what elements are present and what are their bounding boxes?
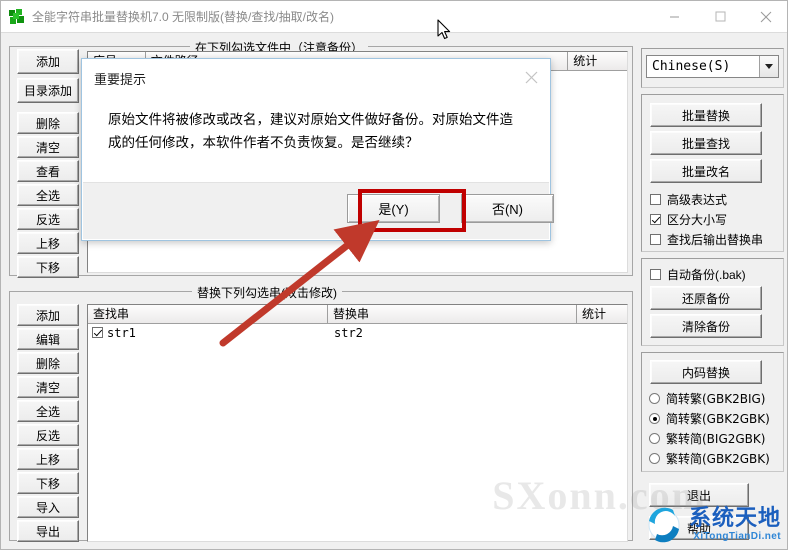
watermark-url: XiTongTianDi.net xyxy=(693,530,781,542)
language-panel: Chinese(S) xyxy=(641,48,784,88)
option-case-sensitive[interactable]: 区分大小写 xyxy=(650,211,727,228)
string-group-title: 替换下列勾选串(双击修改) xyxy=(192,284,342,301)
string-btn-clear[interactable]: 清空 xyxy=(17,376,79,398)
radio-label-4: 繁转简(GBK2GBK) xyxy=(666,452,770,466)
string-btn-select-all[interactable]: 全选 xyxy=(17,400,79,422)
encoding-replace-button[interactable]: 内码替换 xyxy=(650,360,762,384)
dialog-close-icon[interactable] xyxy=(520,67,542,87)
maximize-icon[interactable] xyxy=(697,1,743,32)
radio-gbk2big-simp-to-trad[interactable]: 简转繁(GBK2BIG) xyxy=(649,390,765,407)
string-btn-edit[interactable]: 编辑 xyxy=(17,328,79,350)
chevron-down-icon[interactable] xyxy=(759,56,778,77)
file-col-count[interactable]: 统计 xyxy=(568,52,627,71)
string-col-count[interactable]: 统计 xyxy=(577,305,627,324)
radio-icon-2[interactable] xyxy=(649,413,660,424)
encoding-panel: 内码替换 简转繁(GBK2BIG) 简转繁(GBK2GBK) 繁转简(BIG2G… xyxy=(641,352,784,472)
table-row[interactable]: str1 str2 xyxy=(88,324,627,341)
annotation-highlight-box xyxy=(358,189,466,232)
string-btn-invert-select[interactable]: 反选 xyxy=(17,424,79,446)
site-watermark: 系统天地 XiTongTianDi.net xyxy=(643,503,781,545)
radio-icon-4[interactable] xyxy=(649,453,660,464)
batch-rename-button[interactable]: 批量改名 xyxy=(650,159,762,183)
auto-backup-label: 自动备份(.bak) xyxy=(667,268,746,282)
dialog-body: 原始文件将被修改或改名，建议对原始文件做好备份。对原始文件造成的任何修改，本软件… xyxy=(82,87,550,184)
language-select[interactable]: Chinese(S) xyxy=(646,55,779,78)
file-btn-delete[interactable]: 删除 xyxy=(17,112,79,134)
file-btn-clear[interactable]: 清空 xyxy=(17,136,79,158)
string-cell-replace[interactable]: str2 xyxy=(328,324,577,341)
dialog-title: 重要提示 xyxy=(94,72,147,87)
radio-big2gbk-trad-to-simp[interactable]: 繁转简(BIG2GBK) xyxy=(649,430,765,447)
string-btn-delete[interactable]: 删除 xyxy=(17,352,79,374)
auto-backup-checkbox[interactable] xyxy=(650,269,661,280)
string-cell-count[interactable] xyxy=(577,324,627,341)
output-replace-string-checkbox[interactable] xyxy=(650,234,661,245)
confirm-dialog: 重要提示 原始文件将被修改或改名，建议对原始文件做好备份。对原始文件造成的任何修… xyxy=(81,58,554,241)
restore-backup-button[interactable]: 还原备份 xyxy=(650,286,762,310)
string-col-replace[interactable]: 替换串 xyxy=(328,305,577,324)
language-value: Chinese(S) xyxy=(652,59,731,74)
file-btn-view[interactable]: 查看 xyxy=(17,160,79,182)
file-btn-add[interactable]: 添加 xyxy=(17,49,79,74)
case-sensitive-checkbox[interactable] xyxy=(650,214,661,225)
file-btn-add-directory[interactable]: 目录添加 xyxy=(17,78,79,103)
window-controls xyxy=(651,1,787,32)
minimize-icon[interactable] xyxy=(651,1,697,32)
mouse-cursor xyxy=(437,19,451,40)
application-window: 全能字符串批量替换机7.0 无限制版(替换/查找/抽取/改名) 在下列勾选文件中… xyxy=(0,0,788,550)
file-btn-move-up[interactable]: 上移 xyxy=(17,232,79,254)
clear-backup-button[interactable]: 清除备份 xyxy=(650,314,762,338)
batch-find-button[interactable]: 批量查找 xyxy=(650,131,762,155)
radio-gbk2gbk-trad-to-simp[interactable]: 繁转简(GBK2GBK) xyxy=(649,450,770,467)
file-btn-invert-select[interactable]: 反选 xyxy=(17,208,79,230)
file-btn-select-all[interactable]: 全选 xyxy=(17,184,79,206)
file-btn-move-down[interactable]: 下移 xyxy=(17,256,79,278)
batch-replace-button[interactable]: 批量替换 xyxy=(650,103,762,127)
watermark-title: 系统天地 xyxy=(688,505,781,531)
string-listview-header: 查找串 替换串 统计 xyxy=(88,305,627,324)
case-sensitive-label: 区分大小写 xyxy=(667,213,728,227)
string-col-find[interactable]: 查找串 xyxy=(88,305,328,324)
dialog-footer: 是(Y) 否(N) xyxy=(83,182,554,239)
watermark-logo-icon xyxy=(643,503,685,545)
string-btn-import[interactable]: 导入 xyxy=(17,496,79,518)
advanced-expression-checkbox[interactable] xyxy=(650,194,661,205)
string-btn-add[interactable]: 添加 xyxy=(17,304,79,326)
radio-icon-3[interactable] xyxy=(649,433,660,444)
string-find-value: str1 xyxy=(107,325,136,340)
row-checkbox[interactable] xyxy=(92,327,103,338)
actions-panel: 批量替换 批量查找 批量改名 高级表达式 区分大小写 查找后输出替换串 xyxy=(641,94,784,252)
radio-label-1: 简转繁(GBK2BIG) xyxy=(666,392,766,406)
radio-icon-1[interactable] xyxy=(649,393,660,404)
output-replace-string-label: 查找后输出替换串 xyxy=(667,233,764,247)
radio-label-3: 繁转简(BIG2GBK) xyxy=(666,432,766,446)
radio-gbk2gbk-simp-to-trad[interactable]: 简转繁(GBK2GBK) xyxy=(649,410,770,427)
app-logo-icon xyxy=(9,8,25,25)
close-icon[interactable] xyxy=(743,1,787,32)
radio-label-2: 简转繁(GBK2GBK) xyxy=(666,412,770,426)
advanced-expression-label: 高级表达式 xyxy=(667,193,728,207)
string-cell-find[interactable]: str1 xyxy=(88,324,328,341)
window-title: 全能字符串批量替换机7.0 无限制版(替换/查找/抽取/改名) xyxy=(32,10,335,24)
dialog-no-button[interactable]: 否(N) xyxy=(461,194,554,223)
option-auto-backup[interactable]: 自动备份(.bak) xyxy=(650,266,746,283)
title-bar: 全能字符串批量替换机7.0 无限制版(替换/查找/抽取/改名) xyxy=(1,1,787,33)
option-output-replace-string[interactable]: 查找后输出替换串 xyxy=(650,231,763,248)
string-btn-move-down[interactable]: 下移 xyxy=(17,472,79,494)
dialog-message: 原始文件将被修改或改名，建议对原始文件做好备份。对原始文件造成的任何修改，本软件… xyxy=(108,112,513,151)
option-advanced-expression[interactable]: 高级表达式 xyxy=(650,191,727,208)
backup-panel: 自动备份(.bak) 还原备份 清除备份 xyxy=(641,258,784,346)
string-btn-export[interactable]: 导出 xyxy=(17,520,79,542)
string-btn-move-up[interactable]: 上移 xyxy=(17,448,79,470)
